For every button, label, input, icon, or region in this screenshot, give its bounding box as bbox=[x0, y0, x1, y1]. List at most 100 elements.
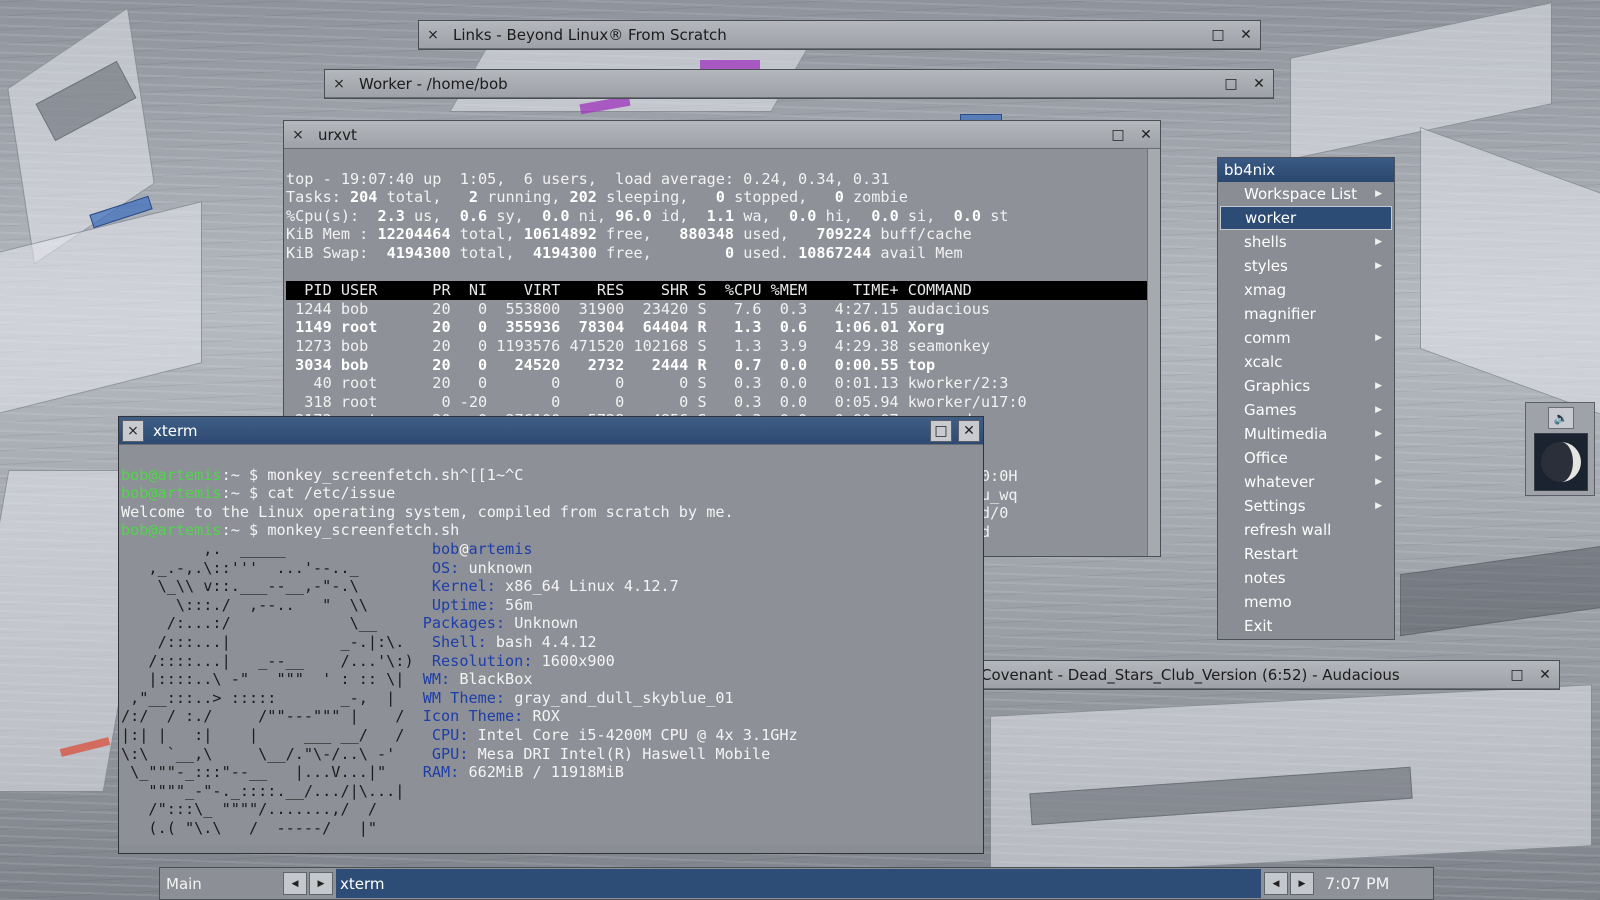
info-value: BlackBox bbox=[450, 670, 533, 689]
menu-item-xcalc[interactable]: xcalc bbox=[1218, 350, 1394, 374]
menu-item-label: Restart bbox=[1244, 545, 1298, 563]
screenfetch-line: \_"""-_:::"--__ |...V...|" RAM: 662MiB /… bbox=[121, 763, 983, 782]
maximize-icon[interactable]: □ bbox=[1107, 124, 1129, 146]
volume-icon[interactable]: 🔉 bbox=[1548, 407, 1574, 429]
screenfetch-line: /":::\_ """"/.......,/ / bbox=[121, 800, 983, 819]
window-next-button[interactable]: ▶ bbox=[1290, 872, 1314, 895]
menu-item-xmag[interactable]: xmag bbox=[1218, 278, 1394, 302]
xterm-titlebar[interactable]: ⨯ xterm □ ✕ bbox=[119, 417, 983, 445]
workspace-prev-button[interactable]: ◀ bbox=[283, 872, 307, 895]
info-key: Resolution: bbox=[431, 651, 533, 670]
menu-item-label: whatever bbox=[1244, 473, 1315, 491]
ascii-art-line: \:::./ ,--.. " \\ bbox=[121, 595, 432, 614]
close-icon[interactable]: ✕ bbox=[1135, 124, 1157, 146]
submenu-arrow-icon: ▶ bbox=[1375, 405, 1382, 415]
prompt-line: bob@artemis:~ $ cat /etc/issue bbox=[121, 484, 396, 503]
menu-item-label: shells bbox=[1244, 233, 1287, 251]
arrow-left-icon: ◀ bbox=[291, 878, 299, 889]
ascii-art-line: \_\\ v::.___--__,-"-.\ bbox=[121, 577, 432, 596]
maximize-icon[interactable]: □ bbox=[1506, 664, 1528, 686]
workspace-next-button[interactable]: ▶ bbox=[309, 872, 333, 895]
audacious-titlebar[interactable]: Covenant - Dead_Stars_Club_Version (6:52… bbox=[951, 661, 1559, 689]
arrow-left-icon: ◀ bbox=[1272, 878, 1280, 889]
info-key: GPU: bbox=[431, 744, 469, 763]
menu-item-magnifier[interactable]: magnifier bbox=[1218, 302, 1394, 326]
links-titlebar[interactable]: ⨯ Links - Beyond Linux® From Scratch □ ✕ bbox=[419, 21, 1260, 49]
menu-item-exit[interactable]: Exit bbox=[1218, 614, 1394, 638]
window-prev-button[interactable]: ◀ bbox=[1264, 872, 1288, 895]
ascii-art-line: /:...:/ \__ bbox=[121, 614, 423, 633]
menu-item-label: Graphics bbox=[1244, 377, 1311, 395]
screenfetch-line: |::::..\ -" """ ' : :: \| WM: BlackBox bbox=[121, 670, 983, 689]
prompt-line: bob@artemis:~ $ monkey_screenfetch.sh^[[… bbox=[121, 465, 524, 484]
info-key: WM Theme: bbox=[422, 688, 506, 707]
ascii-art-line: /::::...| _--__ /...'\:) bbox=[121, 651, 432, 670]
menu-item-graphics[interactable]: Graphics ▶ bbox=[1218, 374, 1394, 398]
shade-icon[interactable]: ⨯ bbox=[287, 124, 309, 146]
menu-item-refresh-wall[interactable]: refresh wall bbox=[1218, 518, 1394, 542]
screenfetch-line: ,. _____ bob@artemis bbox=[121, 540, 983, 559]
ascii-art-line: /:/ / :./ /""---""" | / bbox=[121, 707, 423, 726]
close-icon[interactable]: ✕ bbox=[1235, 24, 1257, 46]
maximize-icon[interactable]: □ bbox=[930, 419, 952, 442]
window-title: urxvt bbox=[318, 125, 357, 144]
close-icon[interactable]: ✕ bbox=[1534, 664, 1556, 686]
ascii-art-line: ,"__:::..> ::::: _-, | bbox=[121, 688, 423, 707]
menu-item-restart[interactable]: Restart bbox=[1218, 542, 1394, 566]
screenfetch-line: \:::./ ,--.. " \\ Uptime: 56m bbox=[121, 596, 983, 615]
task-button-xterm[interactable]: xterm bbox=[336, 869, 1261, 898]
worker-window[interactable]: ⨯ Worker - /home/bob □ ✕ bbox=[324, 69, 1274, 99]
menu-item-games[interactable]: Games ▶ bbox=[1218, 398, 1394, 422]
top-tasks-line: Tasks: 204 total, 2 running, 202 sleepin… bbox=[286, 188, 908, 207]
menu-item-label: worker bbox=[1245, 209, 1297, 227]
menu-item-workspace-list[interactable]: Workspace List ▶ bbox=[1218, 182, 1394, 206]
menu-item-multimedia[interactable]: Multimedia ▶ bbox=[1218, 422, 1394, 446]
maximize-icon[interactable]: □ bbox=[1220, 73, 1242, 95]
info-value: Intel Core i5-4200M CPU @ 4x 3.1GHz bbox=[468, 725, 798, 744]
menu-item-label: refresh wall bbox=[1244, 521, 1332, 539]
xterm-output[interactable]: bob@artemis:~ $ monkey_screenfetch.sh^[[… bbox=[119, 445, 983, 845]
xterm-window[interactable]: ⨯ xterm □ ✕ bob@artemis:~ $ monkey_scree… bbox=[118, 416, 984, 854]
maximize-icon[interactable]: □ bbox=[1207, 24, 1229, 46]
menu-item-shells[interactable]: shells ▶ bbox=[1218, 230, 1394, 254]
menu-item-notes[interactable]: notes bbox=[1218, 566, 1394, 590]
urxvt-titlebar[interactable]: ⨯ urxvt □ ✕ bbox=[284, 121, 1160, 149]
info-key: Packages: bbox=[422, 614, 506, 633]
urxvt-scrollbar[interactable] bbox=[1147, 149, 1160, 556]
issue-output: Welcome to the Linux operating system, c… bbox=[121, 502, 734, 521]
close-icon[interactable]: ✕ bbox=[958, 419, 980, 442]
screenfetch-line: \_\\ v::.___--__,-"-.\ Kernel: x86_64 Li… bbox=[121, 577, 983, 596]
workspace-name[interactable]: Main bbox=[160, 868, 282, 899]
root-menu[interactable]: bb4nix Workspace List ▶ worker shells ▶ style… bbox=[1217, 157, 1395, 640]
info-key: Icon Theme: bbox=[422, 707, 524, 726]
process-row: 40 root 20 0 0 0 0 S 0.3 0.0 0:01.13 kwo… bbox=[286, 374, 1009, 393]
menu-item-comm[interactable]: comm ▶ bbox=[1218, 326, 1394, 350]
menu-item-whatever[interactable]: whatever ▶ bbox=[1218, 470, 1394, 494]
slit-dock: 🔉 bbox=[1525, 402, 1595, 496]
clock: 7:07 PM bbox=[1325, 874, 1390, 893]
ascii-art-line bbox=[121, 837, 432, 845]
menu-item-styles[interactable]: styles ▶ bbox=[1218, 254, 1394, 278]
screenfetch-line: |:| | :| | ___ __/ / CPU: Intel Core i5-… bbox=[121, 726, 983, 745]
ascii-art-line: ,_.-,.\::''' ...'--.._ bbox=[121, 558, 432, 577]
menu-item-worker[interactable]: worker bbox=[1220, 206, 1392, 230]
close-icon[interactable]: ✕ bbox=[1248, 73, 1270, 95]
ascii-art-line: """"_-"-._::::.__/.../|\...| bbox=[121, 781, 432, 800]
menu-item-label: Workspace List bbox=[1244, 185, 1357, 203]
menu-item-label: Exit bbox=[1244, 617, 1273, 635]
shade-icon[interactable]: ⨯ bbox=[328, 73, 350, 95]
process-row: 318 root 0 -20 0 0 0 S 0.3 0.0 0:05.94 k… bbox=[286, 392, 1027, 411]
moon-phase-icon[interactable] bbox=[1534, 433, 1588, 491]
audacious-window[interactable]: Covenant - Dead_Stars_Club_Version (6:52… bbox=[950, 660, 1560, 690]
menu-item-office[interactable]: Office ▶ bbox=[1218, 446, 1394, 470]
info-key: RAM: bbox=[422, 763, 460, 782]
menu-item-settings[interactable]: Settings ▶ bbox=[1218, 494, 1394, 518]
links-window[interactable]: ⨯ Links - Beyond Linux® From Scratch □ ✕ bbox=[418, 20, 1261, 50]
shade-icon[interactable]: ⨯ bbox=[422, 24, 444, 46]
menu-item-memo[interactable]: memo bbox=[1218, 590, 1394, 614]
info-value: Unknown bbox=[505, 614, 579, 633]
info-key: CPU: bbox=[431, 725, 469, 744]
info-key: Kernel: bbox=[431, 577, 496, 596]
worker-titlebar[interactable]: ⨯ Worker - /home/bob □ ✕ bbox=[325, 70, 1273, 98]
shade-icon[interactable]: ⨯ bbox=[122, 419, 144, 442]
